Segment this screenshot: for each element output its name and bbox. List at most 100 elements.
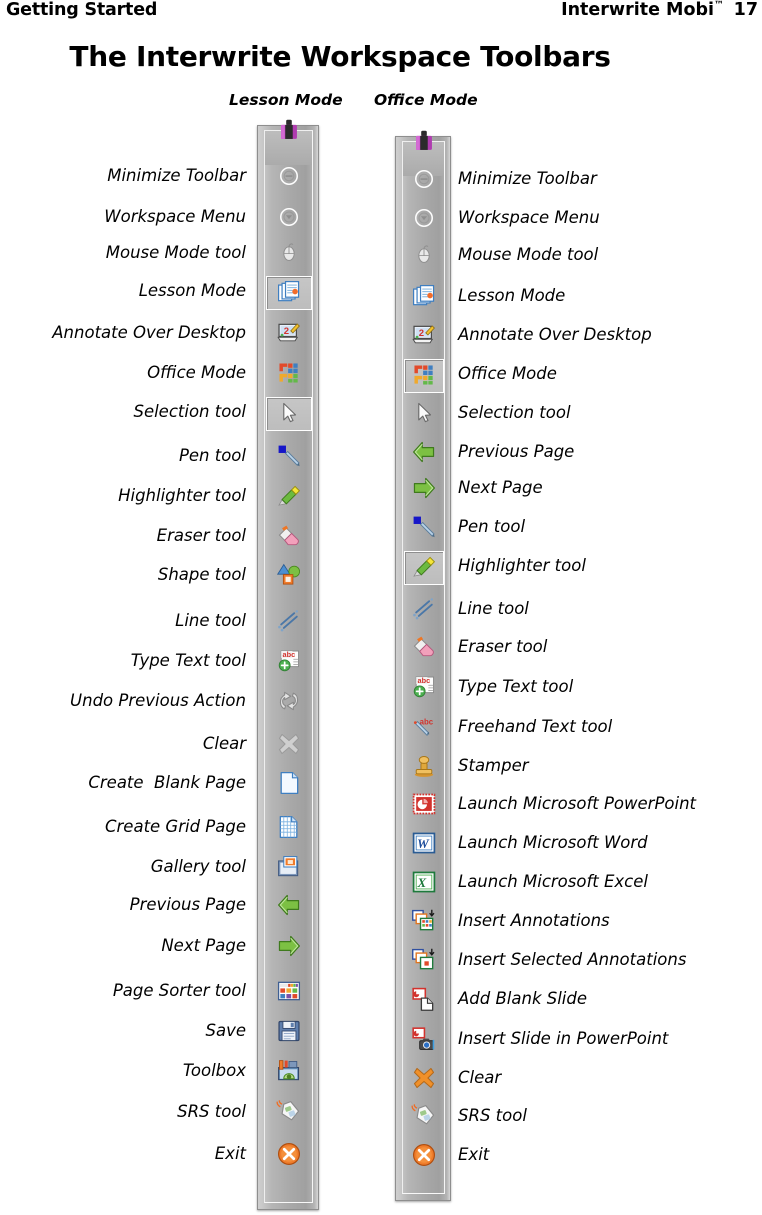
toolbar-button-srs-tool[interactable] bbox=[266, 1097, 312, 1131]
minimize-circle-icon bbox=[276, 163, 302, 193]
toolbar-button-undo-previous-action[interactable] bbox=[266, 686, 312, 720]
lesson-mode-pages-icon bbox=[276, 279, 302, 309]
toolbar-label: Toolbox bbox=[182, 1061, 246, 1080]
toolbar-ink-bottle bbox=[266, 115, 312, 149]
gallery-icon bbox=[276, 854, 302, 884]
toolbar-button-mouse-mode-tool[interactable] bbox=[266, 238, 312, 272]
toolbar-label: Highlighter tool bbox=[458, 556, 586, 575]
toolbar-button-gallery-tool[interactable] bbox=[266, 852, 312, 886]
toolbar-label: Shape tool bbox=[157, 565, 246, 584]
toolbar-button-highlighter-tool[interactable] bbox=[404, 551, 444, 585]
toolbar-button-workspace-menu[interactable] bbox=[404, 203, 444, 237]
toolbar-button-annotate-over-desktop[interactable]: 2 bbox=[266, 318, 312, 352]
toolbar-button-freehand-text-tool[interactable]: abc bbox=[404, 712, 444, 746]
svg-text:abc: abc bbox=[420, 717, 434, 726]
toolbar-button-pen-tool[interactable] bbox=[266, 441, 312, 475]
toolbar-button-minimize-toolbar[interactable] bbox=[404, 164, 444, 198]
insert-selected-annotations-icon bbox=[411, 947, 437, 977]
toolbar-button-save[interactable] bbox=[266, 1016, 312, 1050]
freehand-text-icon: abc bbox=[411, 714, 437, 744]
toolbar-label: Eraser tool bbox=[458, 637, 548, 656]
toolbar-button-add-blank-slide[interactable] bbox=[404, 984, 444, 1018]
add-blank-slide-icon bbox=[411, 986, 437, 1016]
toolbar-button-type-text-tool[interactable]: abc bbox=[266, 646, 312, 680]
toolbar-button-next-page[interactable] bbox=[404, 473, 444, 507]
toolbar-label: SRS tool bbox=[458, 1106, 527, 1125]
eraser-icon bbox=[411, 634, 437, 664]
toolbar-button-insert-annotations[interactable] bbox=[404, 906, 444, 940]
highlighter-icon bbox=[276, 483, 302, 513]
page-sorter-icon bbox=[276, 978, 302, 1008]
toolbar-button-eraser-tool[interactable] bbox=[404, 632, 444, 666]
toolbar-label: Annotate Over Desktop bbox=[458, 325, 652, 344]
toolbar-label: Lesson Mode bbox=[138, 281, 246, 300]
toolbar-button-minimize-toolbar[interactable] bbox=[266, 161, 312, 195]
toolbar-button-line-tool[interactable] bbox=[404, 594, 444, 628]
toolbar-button-create-blank-page[interactable] bbox=[266, 768, 312, 802]
toolbar-button-insert-slide-in-powerpoint[interactable] bbox=[404, 1024, 444, 1058]
toolbar-button-exit[interactable] bbox=[404, 1140, 444, 1174]
toolbar-label: SRS tool bbox=[177, 1102, 246, 1121]
toolbar-button-type-text-tool[interactable]: abc bbox=[404, 672, 444, 706]
minimize-circle-icon bbox=[411, 166, 437, 196]
toolbar-button-insert-selected-annotations[interactable] bbox=[404, 945, 444, 979]
toolbar-label: Minimize Toolbar bbox=[458, 169, 597, 188]
toolbar-label: Launch Microsoft PowerPoint bbox=[458, 794, 697, 813]
toolbar-label: Annotate Over Desktop bbox=[52, 323, 246, 342]
toolbar-button-next-page[interactable] bbox=[266, 931, 312, 965]
page-root: Getting Started Interwrite Mobi™ 17 The … bbox=[0, 0, 762, 1215]
toolbar-label: Highlighter tool bbox=[118, 486, 246, 505]
type-text-icon: abc bbox=[411, 674, 437, 704]
toolbar-button-lesson-mode[interactable] bbox=[404, 281, 444, 315]
toolbar-label: Insert Selected Annotations bbox=[458, 950, 687, 969]
toolbar-label: Minimize Toolbar bbox=[107, 166, 246, 185]
toolbar-button-exit[interactable] bbox=[266, 1139, 312, 1173]
toolbar-button-lesson-mode[interactable] bbox=[266, 276, 312, 310]
workspace-menu-chevron-icon bbox=[276, 204, 302, 234]
ink-bottle-icon bbox=[410, 128, 438, 160]
toolbar-button-selection-tool[interactable] bbox=[266, 397, 312, 431]
toolbar-button-launch-microsoft-excel[interactable]: X bbox=[404, 867, 444, 901]
toolbar-button-create-grid-page[interactable] bbox=[266, 812, 312, 846]
toolbar-button-previous-page[interactable] bbox=[266, 890, 312, 924]
toolbar-label: Workspace Menu bbox=[458, 208, 600, 227]
svg-text:2: 2 bbox=[419, 328, 424, 339]
toolbar-button-highlighter-tool[interactable] bbox=[266, 481, 312, 515]
toolbar-button-office-mode[interactable] bbox=[404, 359, 444, 393]
office-mode-toolbar[interactable]: 2 abc abc W X bbox=[395, 130, 451, 1201]
toolbar-label: Previous Page bbox=[458, 442, 575, 461]
toolbar-button-clear[interactable] bbox=[266, 729, 312, 763]
toolbar-button-workspace-menu[interactable] bbox=[266, 202, 312, 236]
mouse-icon bbox=[412, 242, 436, 270]
toolbar-button-launch-microsoft-powerpoint[interactable] bbox=[404, 789, 444, 823]
toolbar-button-stamper[interactable] bbox=[404, 751, 444, 785]
type-text-icon: abc bbox=[276, 648, 302, 678]
toolbar-button-toolbox[interactable] bbox=[266, 1056, 312, 1090]
toolbar-button-srs-tool[interactable] bbox=[404, 1101, 444, 1135]
blank-page-icon bbox=[276, 770, 302, 800]
toolbar-label: Page Sorter tool bbox=[112, 981, 246, 1000]
toolbar-button-clear[interactable] bbox=[404, 1063, 444, 1097]
toolbar-button-previous-page[interactable] bbox=[404, 437, 444, 471]
toolbar-label: Insert Slide in PowerPoint bbox=[458, 1029, 669, 1048]
toolbar-button-mouse-mode-tool[interactable] bbox=[404, 240, 444, 274]
excel-icon: X bbox=[411, 869, 437, 899]
exit-circle-x-icon bbox=[411, 1142, 437, 1172]
toolbar-label: Mouse Mode tool bbox=[458, 245, 599, 264]
office-mode-icon bbox=[276, 360, 302, 390]
toolbar-button-annotate-over-desktop[interactable]: 2 bbox=[404, 320, 444, 354]
toolbar-button-page-sorter-tool[interactable] bbox=[266, 976, 312, 1010]
toolbar-button-shape-tool[interactable] bbox=[266, 560, 312, 594]
lesson-mode-pages-icon bbox=[411, 283, 437, 313]
toolbar-button-office-mode[interactable] bbox=[266, 358, 312, 392]
toolbar-button-launch-microsoft-word[interactable]: W bbox=[404, 828, 444, 862]
lesson-mode-toolbar[interactable]: 2 abc bbox=[257, 119, 319, 1210]
mouse-icon bbox=[277, 240, 301, 268]
toolbar-label: Eraser tool bbox=[156, 526, 246, 545]
toolbar-button-eraser-tool[interactable] bbox=[266, 521, 312, 555]
toolbar-button-pen-tool[interactable] bbox=[404, 512, 444, 546]
toolbar-button-selection-tool[interactable] bbox=[404, 398, 444, 432]
toolbar-button-line-tool[interactable] bbox=[266, 606, 312, 640]
toolbar-label: Line tool bbox=[175, 611, 246, 630]
toolbar-label: Create Blank Page bbox=[88, 773, 246, 792]
